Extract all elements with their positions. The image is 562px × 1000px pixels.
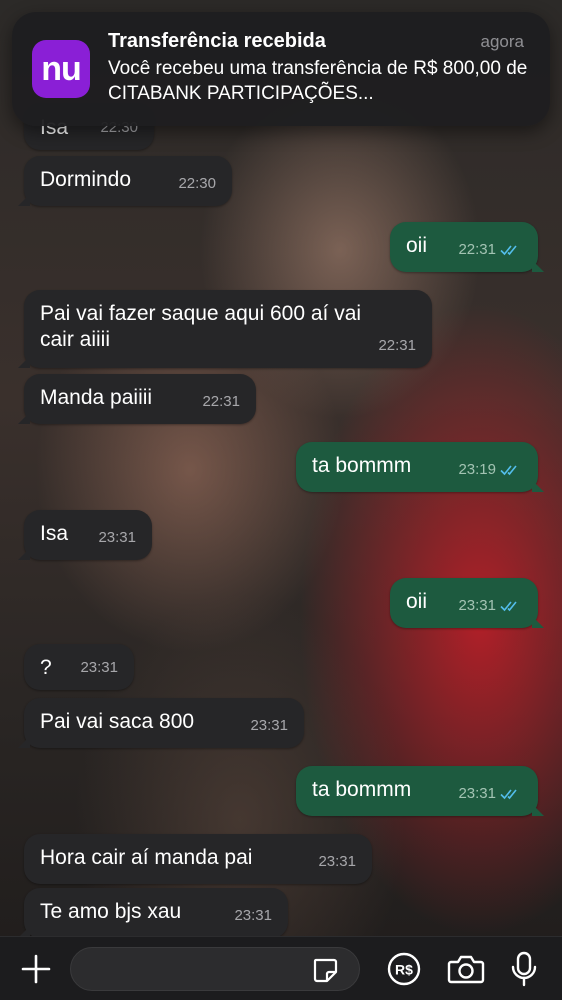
message-text: Hora cair aí manda pai xyxy=(40,846,253,869)
message-time: 22:31 xyxy=(458,241,496,258)
message-time: 22:31 xyxy=(378,337,416,354)
read-ticks-icon xyxy=(500,465,517,476)
message-text: oii xyxy=(406,234,428,257)
message-text: oii xyxy=(406,590,428,613)
sticker-icon[interactable] xyxy=(310,955,340,985)
message-text: Te amo bjs xau xyxy=(40,900,182,923)
message-meta: 22:31 xyxy=(202,389,240,415)
message-meta: 22:31 xyxy=(378,333,416,359)
message-incoming[interactable]: Dormindo 22:30 xyxy=(18,156,232,206)
camera-icon[interactable] xyxy=(446,949,486,989)
microphone-icon[interactable] xyxy=(504,949,544,989)
message-text: Pai vai saca 800 xyxy=(40,710,195,733)
message-outgoing[interactable]: ta bommm 23:19 xyxy=(296,442,544,492)
message-time: 23:31 xyxy=(250,717,288,734)
message-incoming[interactable]: ? 23:31 xyxy=(24,644,134,690)
message-text: Isa xyxy=(40,522,69,545)
message-text: ? xyxy=(40,656,52,679)
message-time: 23:31 xyxy=(318,853,356,870)
message-meta: 23:31 xyxy=(318,849,356,875)
message-incoming[interactable]: Pai vai fazer saque aqui 600 aí vai cair… xyxy=(18,290,432,368)
message-text: Dormindo xyxy=(40,168,132,191)
read-ticks-icon xyxy=(500,245,517,256)
message-input-bar: R$ xyxy=(0,936,562,1000)
message-meta: 22:31 xyxy=(458,237,522,263)
notification-body: Você recebeu uma transferência de R$ 800… xyxy=(108,58,528,104)
pix-payment-icon[interactable]: R$ xyxy=(384,949,424,989)
notification-time: agora xyxy=(480,32,524,51)
message-meta: 23:31 xyxy=(458,781,522,807)
message-incoming[interactable]: Te amo bjs xau 23:31 xyxy=(18,888,288,936)
message-time: 23:19 xyxy=(458,461,496,478)
chat-area: Isa 22:30 Dormindo 22:30 oii 22:31 Pai v… xyxy=(0,0,562,936)
message-time: 22:30 xyxy=(178,175,216,192)
message-meta: 23:19 xyxy=(458,457,522,483)
message-incoming[interactable]: Isa 23:31 xyxy=(18,510,152,560)
nubank-app-icon: nu xyxy=(32,40,90,98)
message-meta: 23:31 xyxy=(234,903,272,929)
message-time: 23:31 xyxy=(98,529,136,546)
read-ticks-icon xyxy=(500,601,517,612)
pix-icon-label: R$ xyxy=(395,962,413,978)
message-time: 22:31 xyxy=(202,393,240,410)
read-ticks-icon xyxy=(500,789,517,800)
message-outgoing[interactable]: oii 23:31 xyxy=(390,578,544,628)
notification-title: Transferência recebida xyxy=(108,30,326,52)
message-meta: 23:31 xyxy=(458,593,522,619)
app-icon-text: nu xyxy=(41,49,82,88)
message-meta: 23:31 xyxy=(250,713,288,739)
message-outgoing[interactable]: ta bommm 23:31 xyxy=(296,766,544,816)
message-meta: 23:31 xyxy=(98,525,136,551)
message-time: 23:31 xyxy=(458,785,496,802)
message-time: 23:31 xyxy=(80,659,118,676)
plus-icon[interactable] xyxy=(16,949,56,989)
message-outgoing[interactable]: oii 22:31 xyxy=(390,222,544,272)
message-incoming[interactable]: Hora cair aí manda pai 23:31 xyxy=(24,834,372,884)
message-meta: 23:31 xyxy=(80,655,118,681)
message-incoming[interactable]: Pai vai saca 800 23:31 xyxy=(18,698,304,748)
message-text: ta bommm xyxy=(312,778,412,801)
message-text: ta bommm xyxy=(312,454,412,477)
push-notification[interactable]: nu Transferência recebida agora Você rec… xyxy=(12,12,550,126)
message-incoming[interactable]: Manda paiiii 22:31 xyxy=(18,374,256,424)
message-text: Pai vai fazer saque aqui 600 aí vai cair… xyxy=(40,302,362,351)
message-text: Manda paiiii xyxy=(40,386,153,409)
message-time: 23:31 xyxy=(458,597,496,614)
message-meta: 22:30 xyxy=(178,171,216,197)
message-time: 23:31 xyxy=(234,907,272,924)
